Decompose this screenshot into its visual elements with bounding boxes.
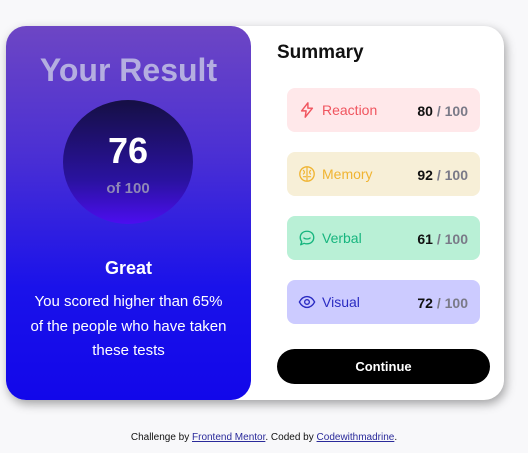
summary-item-score: 61: [417, 231, 433, 247]
summary-item-value: 61 / 100: [417, 231, 468, 247]
summary-item-visual: Visual 72 / 100: [287, 280, 480, 324]
summary-item-max: / 100: [436, 167, 468, 183]
result-message: You scored higher than 65% of the people…: [30, 293, 227, 359]
summary-item-label: Verbal: [322, 230, 362, 246]
author-link[interactable]: Codewithmadrine: [317, 432, 395, 443]
summary-item-label: Reaction: [322, 102, 378, 118]
summary-item-label: Memory: [322, 166, 373, 182]
summary-item-value: 80 / 100: [417, 103, 468, 119]
summary-item-value: 72 / 100: [417, 295, 468, 311]
summary-item-reaction: Reaction 80 / 100: [287, 88, 480, 132]
summary-item-memory: Memory 92 / 100: [287, 152, 480, 196]
attribution-suffix: .: [394, 432, 398, 443]
frontend-mentor-link[interactable]: Frontend Mentor: [192, 432, 265, 443]
result-panel: Your Result 76 of 100 Great You scored h…: [6, 26, 251, 400]
eye-icon: [298, 295, 316, 309]
score-circle: 76 of 100: [63, 100, 193, 224]
attribution-prefix: Challenge by: [130, 432, 190, 443]
summary-item-value: 92 / 100: [417, 167, 468, 183]
attribution: Challenge by Frontend Mentor. Coded by C…: [0, 432, 528, 443]
summary-item-verbal: Verbal 61 / 100: [287, 216, 480, 260]
score-of-label: of 100: [106, 180, 150, 197]
chat-bubble-icon: [299, 230, 315, 246]
attribution-middle: . Coded by: [265, 432, 314, 443]
summary-item-label: Visual: [322, 294, 360, 310]
summary-item-score: 92: [417, 167, 433, 183]
brain-icon: [299, 166, 315, 182]
continue-button[interactable]: Continue: [277, 349, 490, 384]
summary-item-max: / 100: [436, 103, 468, 119]
summary-item-score: 80: [417, 103, 433, 119]
result-title: Your Result: [39, 52, 218, 88]
summary-title: Summary: [277, 42, 364, 63]
lightning-icon: [300, 102, 314, 118]
score-value: 76: [107, 130, 149, 171]
summary-item-max: / 100: [436, 295, 468, 311]
rating-label: Great: [104, 258, 153, 278]
summary-item-score: 72: [417, 295, 433, 311]
summary-item-max: / 100: [436, 231, 468, 247]
results-card: Your Result 76 of 100 Great You scored h…: [6, 26, 504, 400]
